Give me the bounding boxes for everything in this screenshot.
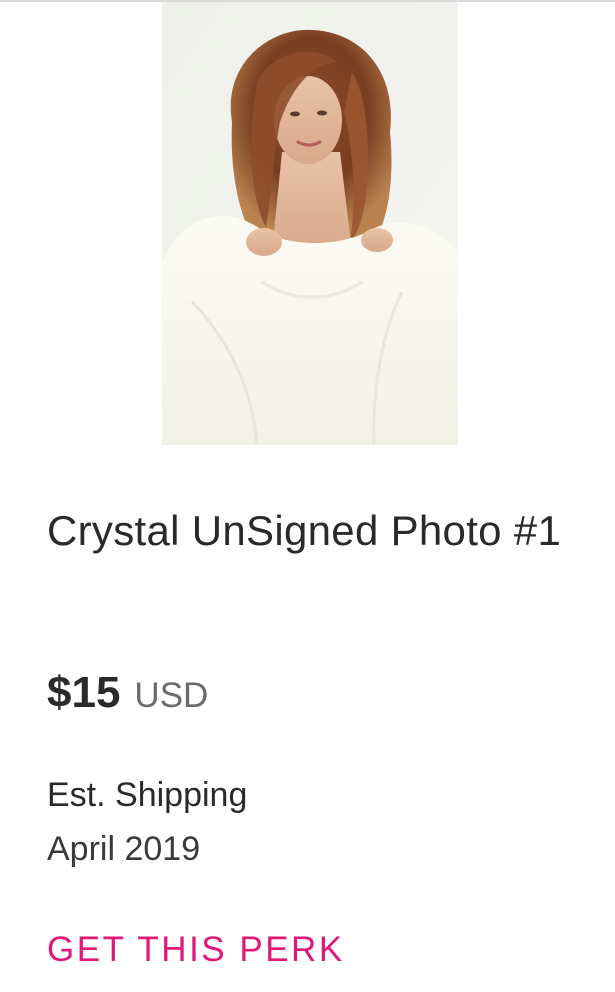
get-this-perk-button[interactable]: GET THIS PERK [47,930,345,970]
perk-title: Crystal UnSigned Photo #1 [47,507,562,554]
price: $15 USD [47,668,208,718]
perk-photo [162,2,458,445]
price-currency: USD [134,676,209,715]
perk-card: Crystal UnSigned Photo #1 $15 USD Est. S… [0,0,615,992]
price-amount: $15 [47,668,121,717]
shipping-label: Est. Shipping [47,776,248,814]
shipping-date: April 2019 [47,830,201,868]
